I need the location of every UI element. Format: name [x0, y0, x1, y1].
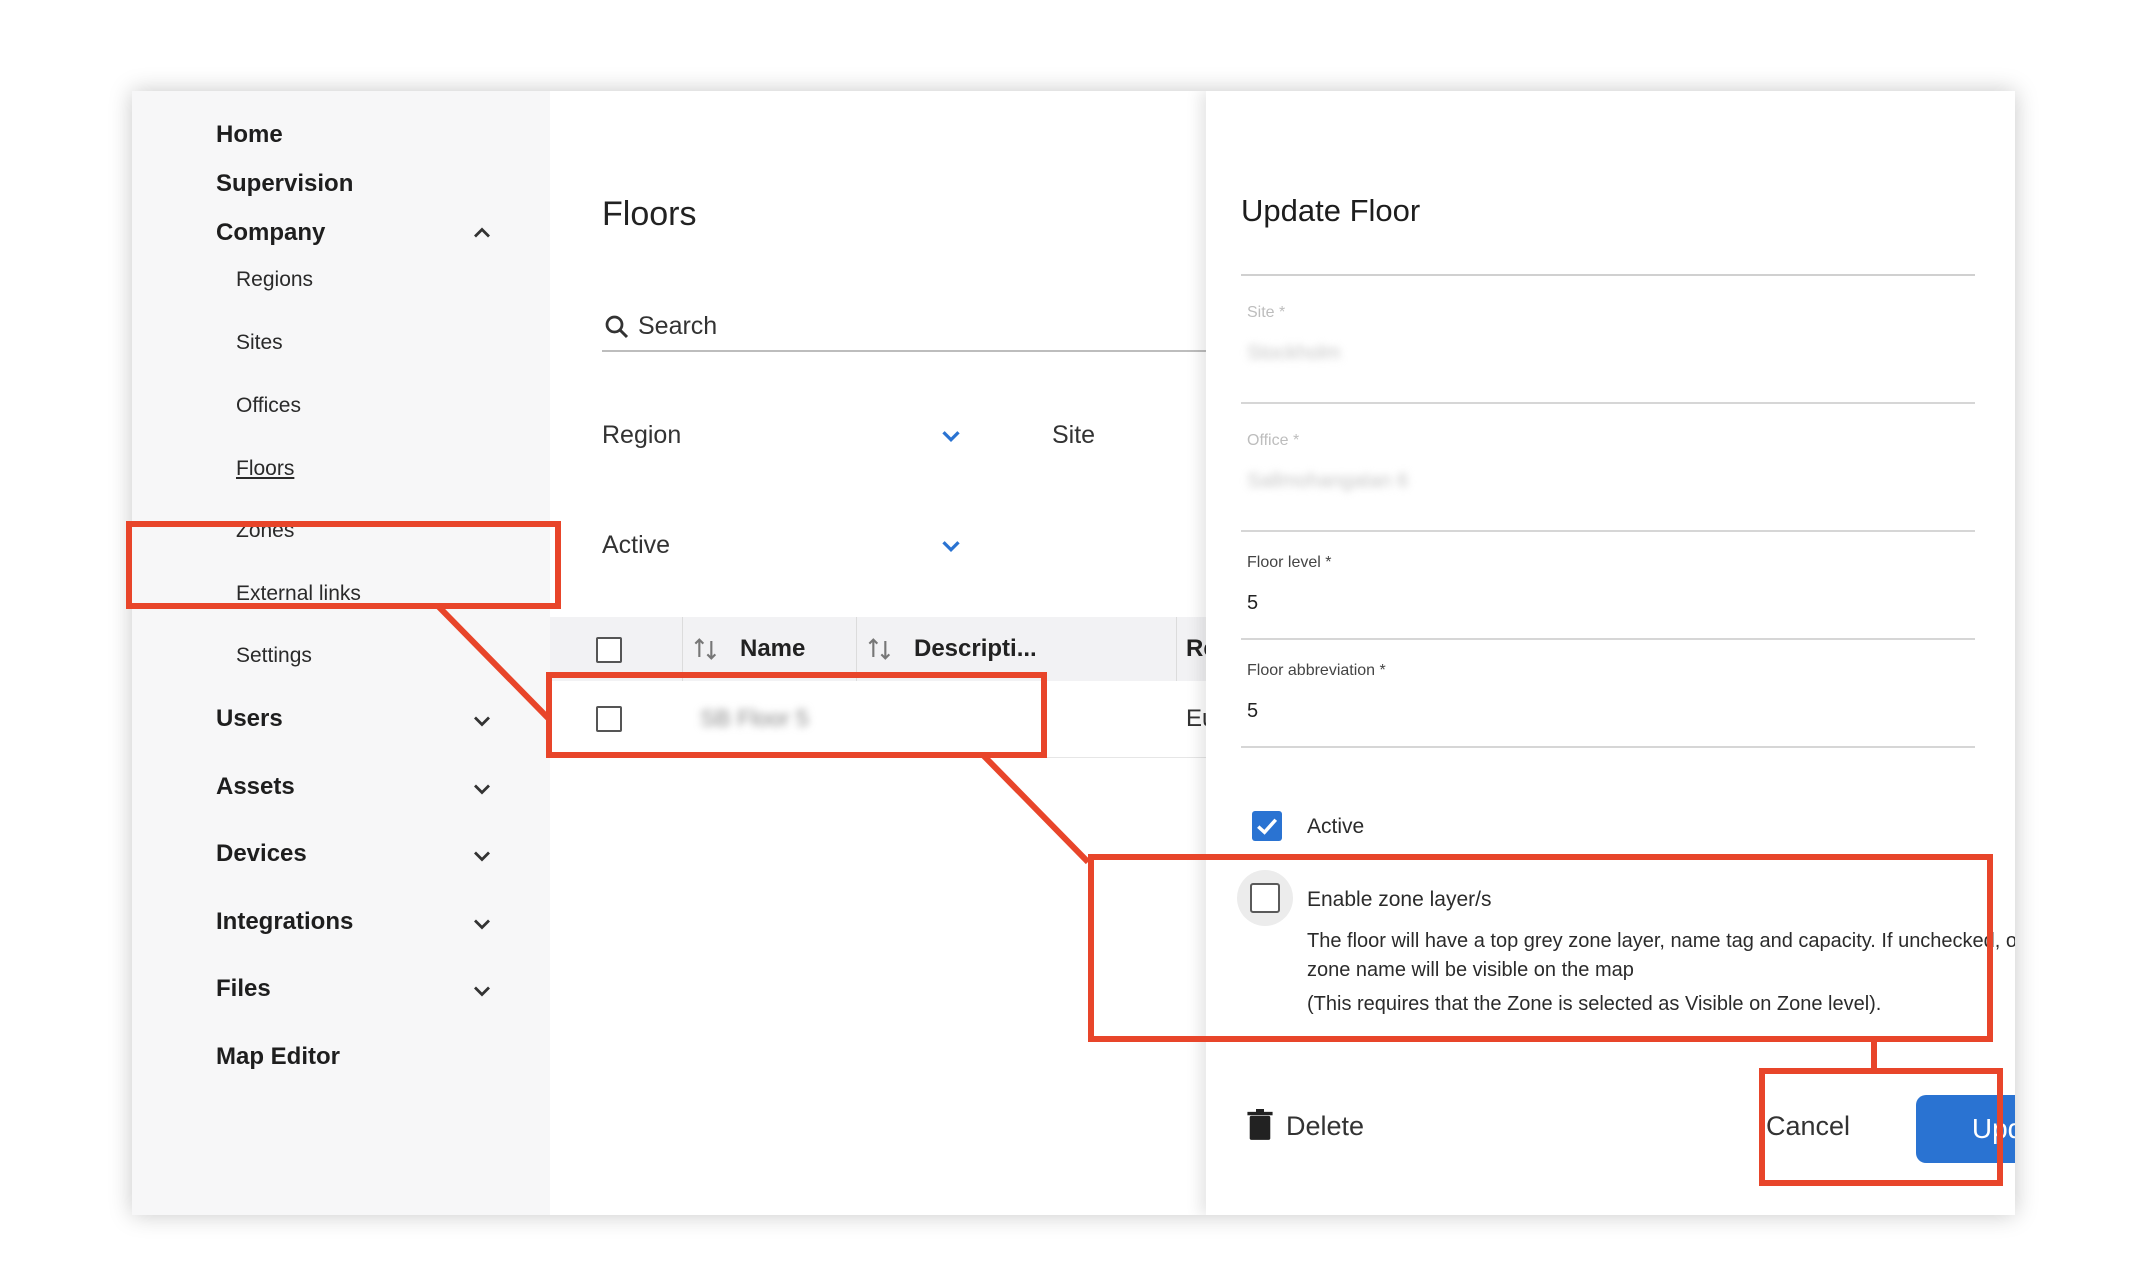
annotation-connectors	[434, 602, 1877, 1068]
